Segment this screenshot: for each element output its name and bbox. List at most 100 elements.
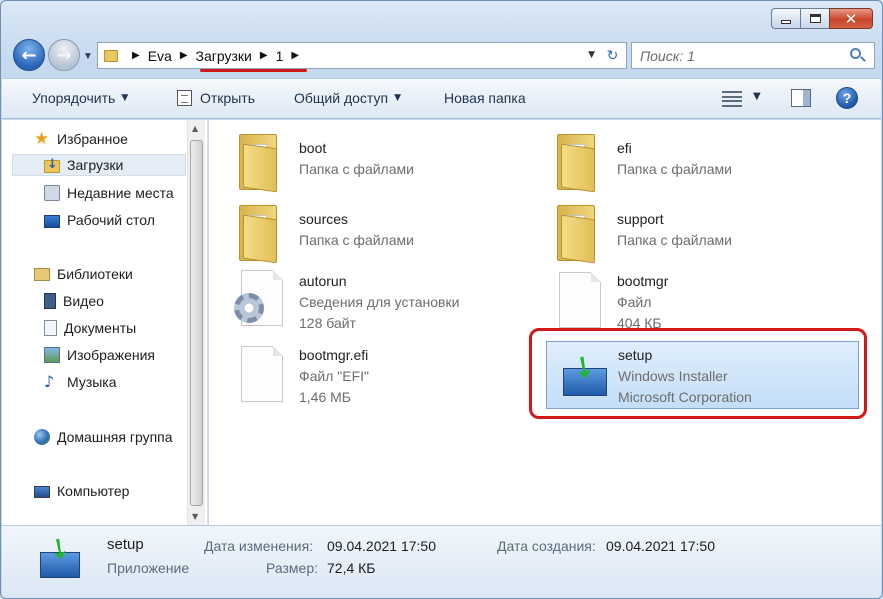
video-icon	[44, 293, 56, 309]
search-box[interactable]	[631, 42, 875, 69]
folder-icon	[239, 130, 279, 193]
open-button[interactable]: Открыть	[177, 90, 255, 106]
address-dropdown-icon[interactable]: ▼	[588, 50, 595, 60]
organize-label: Упорядочить	[32, 90, 116, 106]
breadcrumb-downloads[interactable]: Загрузки	[196, 48, 252, 64]
recent-places-icon	[44, 185, 60, 201]
sidebar-item-label: Библиотеки	[57, 266, 133, 282]
command-toolbar: Упорядочить ▼ Открыть Общий доступ ▼ Нов…	[2, 78, 881, 119]
documents-icon	[44, 320, 57, 336]
scroll-up-icon[interactable]: ▲	[192, 124, 198, 133]
sidebar-item-video[interactable]: Видео	[44, 290, 104, 312]
file-type: Сведения для установки	[299, 294, 460, 310]
file-name: bootmgr.efi	[299, 347, 369, 363]
images-icon	[44, 347, 60, 363]
share-label: Общий доступ	[294, 90, 389, 106]
search-input[interactable]	[632, 47, 848, 64]
navigation-scrollbar[interactable]: ▲ ▼	[187, 120, 205, 525]
file-type: Файл	[617, 294, 652, 310]
preview-pane-icon[interactable]	[791, 89, 811, 107]
file-type: Файл "EFI"	[299, 368, 370, 384]
star-icon: ★	[34, 129, 50, 149]
new-folder-label: Новая папка	[444, 90, 526, 106]
settings-file-icon	[234, 270, 283, 326]
file-item-autorun[interactable]: autorun Сведения для установки 128 байт	[209, 270, 509, 338]
file-icon	[241, 346, 283, 402]
sidebar-item-libraries[interactable]: Библиотеки	[34, 263, 133, 285]
breadcrumb-separator-icon[interactable]: ▶	[132, 50, 140, 61]
sidebar-item-images[interactable]: Изображения	[44, 344, 155, 366]
maximize-button[interactable]	[800, 8, 830, 29]
folder-icon	[104, 49, 118, 62]
change-view-icon[interactable]	[722, 91, 742, 107]
file-name: support	[617, 211, 664, 227]
folder-icon	[557, 201, 597, 264]
file-item-bootmgr-efi[interactable]: bootmgr.efi Файл "EFI" 1,46 МБ	[209, 344, 509, 412]
views-dropdown-icon[interactable]: ▼	[753, 91, 761, 102]
close-button[interactable]: ✕	[829, 8, 873, 29]
breadcrumb-separator-icon[interactable]: ▶	[260, 50, 268, 61]
sidebar-item-recent[interactable]: Недавние места	[44, 182, 174, 204]
chevron-down-icon: ▼	[121, 93, 129, 103]
file-name: autorun	[299, 273, 347, 289]
scroll-down-icon[interactable]: ▼	[192, 512, 198, 521]
breadcrumb-highlight-underline	[200, 69, 307, 72]
scrollbar-thumb[interactable]	[190, 140, 203, 506]
sidebar-item-desktop[interactable]: Рабочий стол	[44, 209, 155, 231]
organize-button[interactable]: Упорядочить ▼	[32, 90, 128, 106]
installer-icon: ➘	[40, 528, 84, 580]
back-button[interactable]: ←	[13, 39, 45, 71]
desktop-icon	[44, 214, 60, 228]
sidebar-item-label: Домашняя группа	[57, 429, 173, 445]
sidebar-item-label: Изображения	[67, 347, 155, 363]
sidebar-item-label: Видео	[63, 293, 104, 309]
sidebar-item-label: Недавние места	[67, 185, 174, 201]
music-icon: ♪	[44, 372, 55, 391]
breadcrumb-separator-icon[interactable]: ▶	[291, 50, 299, 61]
breadcrumb-folder-1[interactable]: 1	[276, 48, 284, 64]
file-type: Папка с файлами	[299, 232, 414, 248]
file-icon	[559, 272, 601, 328]
explorer-window: ✕ ← → ▼ ▶ Eva ▶ Загрузки ▶ 1 ▶ ▼ ↻ Упоря…	[0, 0, 883, 599]
details-modified-value: 09.04.2021 17:50	[327, 538, 436, 554]
file-name: sources	[299, 211, 349, 227]
sidebar-item-computer[interactable]: Компьютер	[34, 480, 129, 502]
file-item-efi[interactable]: efi Папка с файлами	[527, 122, 827, 193]
breadcrumb-separator-icon[interactable]: ▶	[180, 50, 188, 61]
sidebar-item-label: Загрузки	[67, 157, 124, 173]
sidebar-item-documents[interactable]: Документы	[44, 317, 136, 339]
details-size-value: 72,4 КБ	[327, 560, 376, 576]
address-bar[interactable]: ▶ Eva ▶ Загрузки ▶ 1 ▶ ▼	[97, 42, 604, 69]
file-list: boot Папка с файлами efi Папка с файлами…	[209, 120, 881, 525]
sidebar-item-downloads[interactable]: Загрузки	[12, 154, 186, 176]
sidebar-item-favorites[interactable]: ★ Избранное	[34, 128, 128, 150]
setup-highlight-box	[529, 328, 867, 419]
folder-icon	[557, 130, 597, 193]
open-icon	[177, 90, 192, 106]
sidebar-item-label: Рабочий стол	[67, 212, 155, 228]
sidebar-item-label: Компьютер	[57, 483, 130, 499]
recent-pages-dropdown[interactable]: ▼	[83, 51, 93, 62]
navigation-pane: ★ Избранное Загрузки Недавние места Рабо…	[2, 120, 208, 525]
sidebar-item-music[interactable]: ♪ Музыка	[44, 371, 117, 393]
file-name: bootmgr	[617, 273, 669, 289]
minimize-icon	[781, 19, 791, 24]
open-label: Открыть	[200, 90, 255, 106]
new-folder-button[interactable]: Новая папка	[444, 90, 526, 106]
breadcrumb-eva[interactable]: Eva	[148, 48, 172, 64]
sidebar-item-homegroup[interactable]: Домашняя группа	[34, 426, 173, 448]
file-name: boot	[299, 140, 327, 156]
file-item-support[interactable]: support Папка с файлами	[527, 193, 827, 264]
refresh-button[interactable]: ↻	[599, 42, 627, 69]
details-created-label: Дата создания:	[497, 538, 596, 554]
file-item-boot[interactable]: boot Папка с файлами	[209, 122, 509, 193]
file-item-sources[interactable]: sources Папка с файлами	[209, 193, 509, 264]
search-icon[interactable]	[848, 46, 868, 66]
forward-button[interactable]: →	[48, 39, 80, 71]
share-button[interactable]: Общий доступ ▼	[294, 90, 401, 106]
help-icon[interactable]: ?	[836, 87, 858, 109]
navigation-bar: ← → ▼ ▶ Eva ▶ Загрузки ▶ 1 ▶ ▼ ↻	[11, 39, 877, 73]
sidebar-item-label: Избранное	[57, 131, 128, 147]
refresh-icon: ↻	[606, 47, 619, 64]
minimize-button[interactable]	[771, 8, 801, 29]
